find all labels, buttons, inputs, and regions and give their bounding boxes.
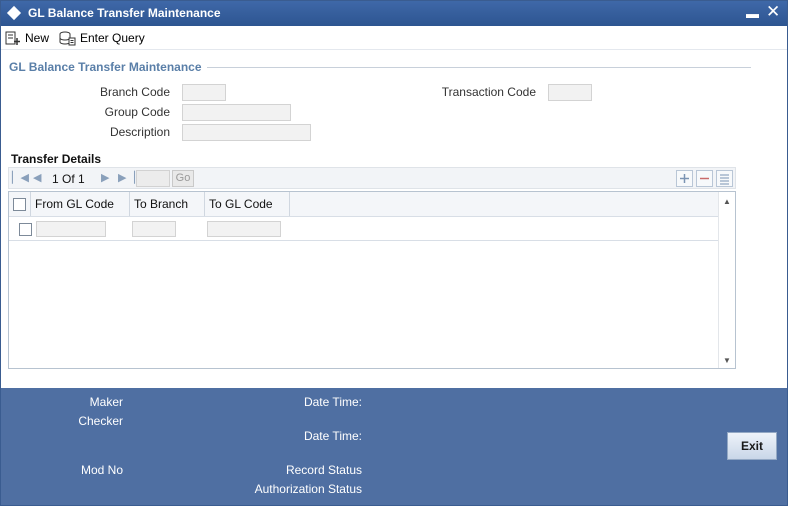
enter-query-button[interactable]: Enter Query — [59, 29, 145, 47]
grid-header: From GL Code To Branch To GL Code — [9, 192, 718, 217]
maker-label: Maker — [89, 395, 123, 409]
close-icon[interactable]: ✕ — [766, 2, 780, 22]
new-button-label: New — [25, 31, 50, 45]
column-to-gl-code[interactable]: To GL Code — [205, 192, 290, 216]
grid-toolbar: ▏◀ ◀ 1 Of 1 ▶ ▶▕ Go — [8, 167, 736, 189]
title-bar: GL Balance Transfer Maintenance ▬ ✕ — [1, 1, 787, 26]
enter-query-button-label: Enter Query — [80, 31, 145, 45]
gl-balance-transfer-window: GL Balance Transfer Maintenance ▬ ✕ New — [0, 0, 788, 506]
group-code-label: Group Code — [104, 105, 170, 119]
single-view-button[interactable] — [716, 170, 733, 187]
section-title: GL Balance Transfer Maintenance — [9, 60, 202, 74]
window-title: GL Balance Transfer Maintenance — [28, 6, 221, 20]
select-all-cell — [9, 192, 31, 216]
section-divider — [207, 67, 751, 68]
enter-query-icon — [59, 31, 76, 46]
maker-date-time-label: Date Time: — [303, 395, 362, 409]
toolbar: New Enter Query — [1, 26, 787, 50]
list-view-icon — [720, 174, 729, 185]
select-all-checkbox[interactable] — [13, 198, 26, 211]
to-gl-code-input[interactable] — [207, 221, 281, 237]
add-row-button[interactable] — [676, 170, 693, 187]
new-button[interactable]: New — [5, 29, 49, 47]
column-to-branch[interactable]: To Branch — [130, 192, 205, 216]
audit-footer: Maker Checker Mod No Date Time: Date Tim… — [1, 388, 787, 505]
transfer-details-title: Transfer Details — [11, 152, 102, 166]
transaction-code-label: Transaction Code — [441, 85, 536, 99]
add-row-icon — [680, 174, 689, 183]
scroll-down-icon[interactable]: ▼ — [723, 356, 731, 365]
branch-code-label: Branch Code — [99, 85, 170, 99]
exit-button[interactable]: Exit — [727, 432, 777, 460]
description-field[interactable] — [182, 124, 311, 141]
last-page-icon[interactable]: ▶▕ — [118, 171, 135, 184]
new-record-icon — [5, 31, 20, 45]
authorization-status-label: Authorization Status — [254, 482, 362, 496]
previous-page-icon[interactable]: ◀ — [33, 171, 41, 184]
scroll-up-icon[interactable]: ▲ — [723, 197, 731, 206]
from-gl-code-input[interactable] — [36, 221, 106, 237]
page-indicator: 1 Of 1 — [52, 172, 85, 186]
to-branch-input[interactable] — [132, 221, 176, 237]
group-code-field[interactable] — [182, 104, 291, 121]
minimize-icon[interactable]: ▬ — [746, 6, 759, 21]
first-page-icon[interactable]: ▏◀ — [12, 171, 29, 184]
delete-row-button[interactable] — [696, 170, 713, 187]
page-number-input[interactable] — [136, 170, 170, 187]
record-status-label: Record Status — [285, 463, 362, 477]
table-row — [9, 217, 718, 241]
checker-date-time-label: Date Time: — [303, 429, 362, 443]
grid-vertical-scrollbar[interactable]: ▲ ▼ — [718, 192, 735, 368]
transaction-code-field[interactable] — [548, 84, 592, 101]
mod-no-label: Mod No — [80, 463, 123, 477]
transfer-details-grid: From GL Code To Branch To GL Code ▲ ▼ — [8, 191, 736, 369]
delete-row-icon — [700, 177, 709, 180]
branch-code-field[interactable] — [182, 84, 226, 101]
checker-label: Checker — [78, 414, 123, 428]
next-page-icon[interactable]: ▶ — [101, 171, 109, 184]
column-from-gl-code[interactable]: From GL Code — [31, 192, 130, 216]
go-button[interactable]: Go — [172, 170, 194, 187]
row-checkbox[interactable] — [19, 223, 32, 236]
description-label: Description — [109, 125, 170, 139]
window-diamond-icon — [6, 5, 22, 21]
